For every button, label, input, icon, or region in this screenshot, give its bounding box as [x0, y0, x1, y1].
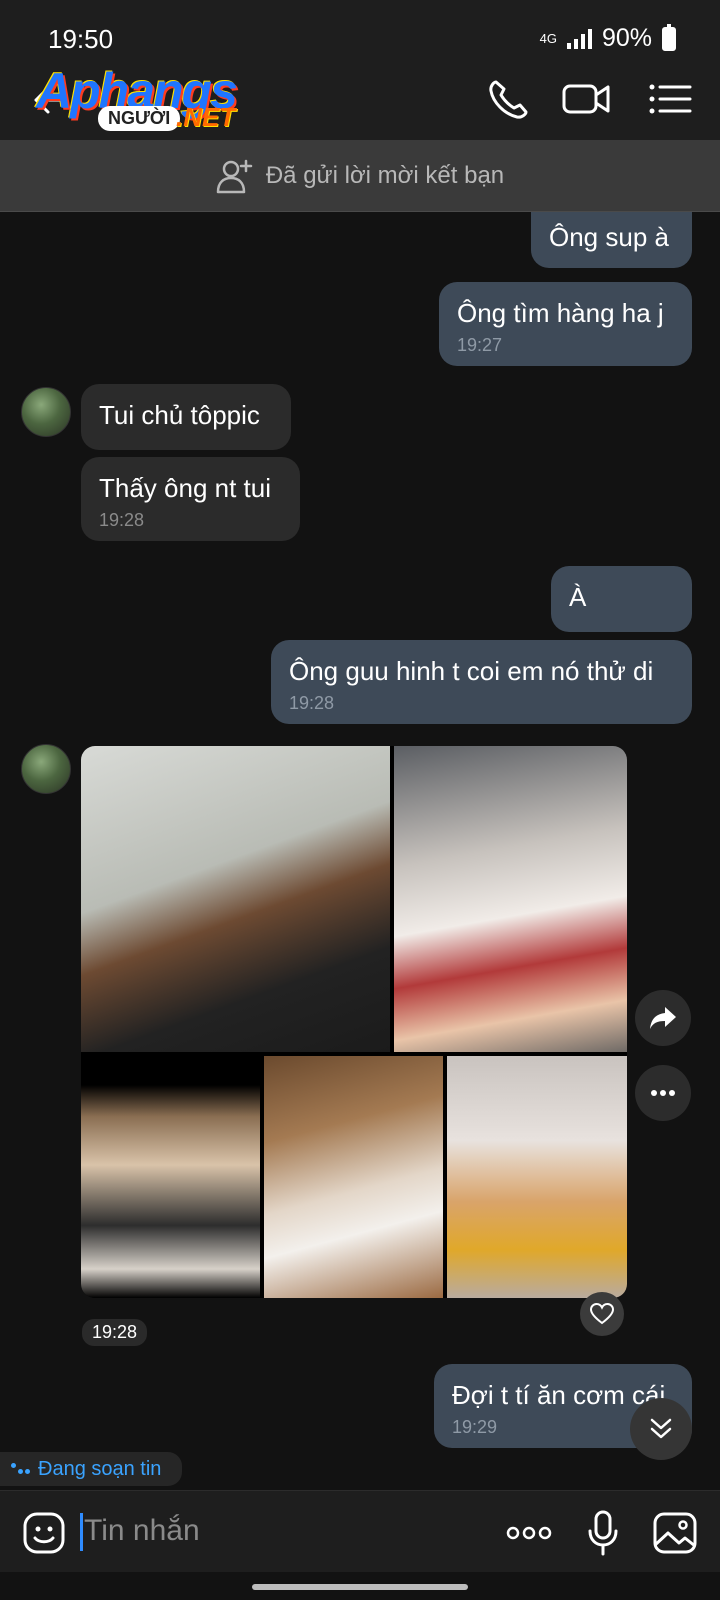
message-timestamp: 19:28 [99, 510, 145, 530]
photo-gallery [81, 746, 627, 1298]
react-button[interactable] [580, 1292, 624, 1336]
typing-indicator-text: Đang soạn tin [38, 1457, 162, 1480]
message-composer [0, 1490, 720, 1572]
message-bubble[interactable]: Ông guu hinh t coi em nó thử di 19:28 [271, 640, 692, 724]
message-timestamp: 19:27 [457, 335, 503, 355]
logo-sub-text: NGƯỜI [98, 106, 181, 131]
message-text: Tui chủ tôppic [99, 400, 260, 430]
message-bubble[interactable]: Thấy ông nt tui 19:28 [81, 457, 300, 541]
menu-list-icon[interactable] [644, 74, 698, 124]
message-text: Ông sup à [549, 222, 669, 252]
message-text: Ông tìm hàng ha j [457, 298, 664, 328]
battery-icon [662, 23, 676, 51]
battery-percent: 90% [601, 24, 652, 52]
message-bubble[interactable]: Ông tìm hàng ha j 19:27 [439, 282, 692, 366]
phone-icon[interactable] [484, 74, 538, 124]
double-chevron-down-icon [650, 1418, 672, 1439]
gallery-photo[interactable] [394, 746, 627, 1052]
text-cursor [80, 1513, 83, 1551]
chat-header: Aphangs NGƯỜI .NET [0, 58, 720, 140]
heart-icon [590, 1303, 614, 1325]
forward-icon [650, 1007, 676, 1029]
more-horizontal-icon[interactable] [504, 1509, 554, 1557]
more-options-button[interactable] [635, 1065, 691, 1121]
watermark-logo: Aphangs NGƯỜI .NET [36, 62, 250, 140]
avatar[interactable] [21, 387, 71, 437]
avatar[interactable] [21, 744, 71, 794]
message-text: Ông guu hinh t coi em nó thử di [289, 656, 654, 686]
message-bubble[interactable]: À [551, 566, 692, 632]
friend-request-banner: Đã gửi lời mời kết bạn [0, 140, 720, 212]
message-input[interactable] [84, 1505, 464, 1557]
add-person-icon [216, 159, 253, 193]
scroll-to-bottom-button[interactable] [630, 1398, 692, 1460]
gallery-photo[interactable] [81, 1056, 260, 1298]
message-text: À [569, 582, 587, 612]
system-navigation-bar [0, 1572, 720, 1600]
message-text: Thấy ông nt tui [99, 473, 271, 503]
sticker-icon[interactable] [22, 1511, 66, 1555]
image-gallery-icon[interactable] [652, 1509, 698, 1557]
status-time: 19:50 [48, 24, 114, 54]
status-bar: 19:50 4G 90% [0, 0, 720, 58]
forward-button[interactable] [635, 990, 691, 1046]
chat-messages: Ông sup à Ông tìm hàng ha j 19:27 Tui ch… [0, 212, 720, 1490]
gallery-photo[interactable] [264, 1056, 443, 1298]
video-call-icon[interactable] [560, 74, 614, 124]
status-indicators: 4G 90% [539, 23, 676, 53]
microphone-icon[interactable] [586, 1509, 620, 1557]
message-bubble[interactable]: Tui chủ tôppic [81, 384, 291, 450]
more-dots-icon [651, 1090, 675, 1096]
typing-indicator: Đang soạn tin [0, 1452, 182, 1486]
message-timestamp: 19:28 [289, 693, 335, 713]
gallery-photo[interactable] [447, 1056, 627, 1298]
signal-icon [566, 28, 592, 49]
message-bubble[interactable]: Ông sup à [531, 212, 692, 268]
friend-request-text: Đã gửi lời mời kết bạn [265, 161, 505, 189]
gallery-photo[interactable] [81, 746, 390, 1052]
gallery-timestamp: 19:28 [82, 1319, 148, 1346]
home-indicator[interactable] [252, 1584, 468, 1590]
network-type-icon: 4G [539, 31, 557, 46]
message-text: Đợi t tí ăn cơm cái [452, 1380, 666, 1410]
typing-dots-icon [10, 1461, 32, 1477]
logo-net-text: .NET [176, 102, 236, 132]
